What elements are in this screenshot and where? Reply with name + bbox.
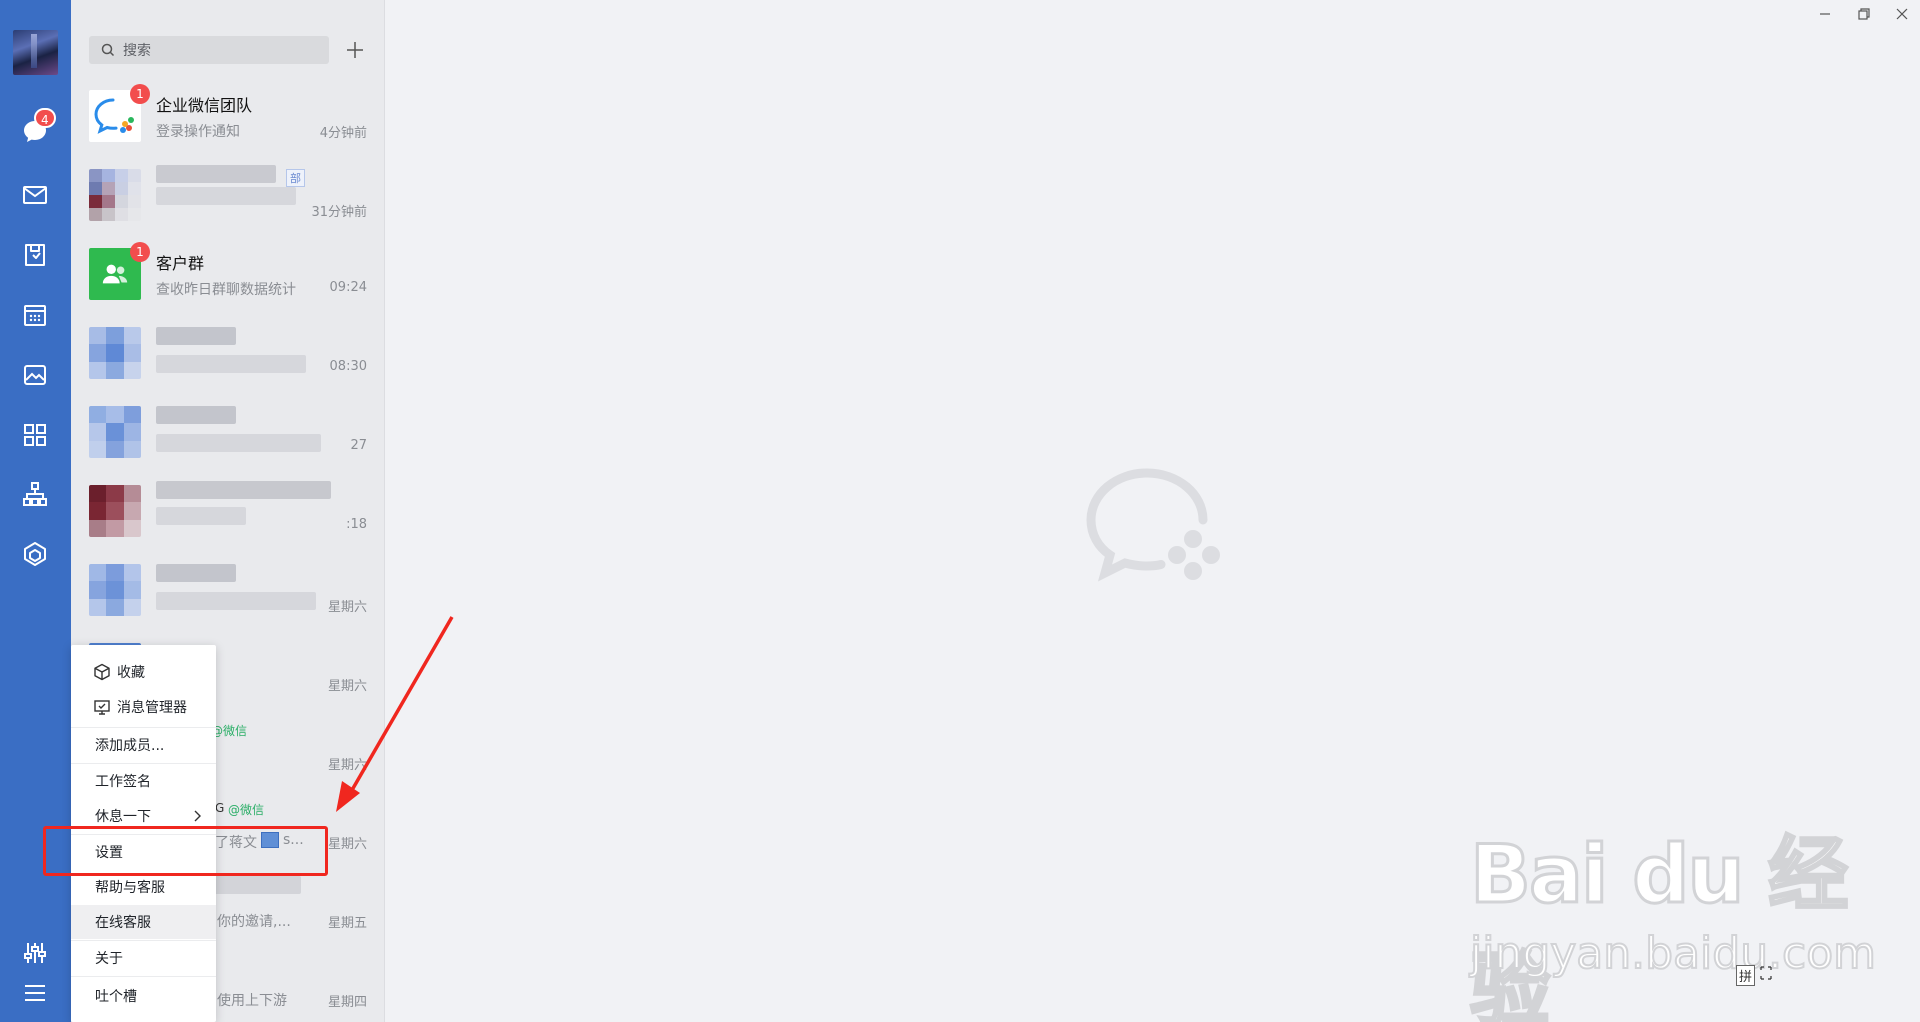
menu-item-about[interactable]: 关于 (71, 941, 216, 975)
conversation-time: 27 (350, 438, 367, 453)
menu-divider (71, 976, 216, 977)
avatar (89, 564, 141, 616)
conversation-preview: 登录操作通知 (156, 124, 240, 140)
workbench-icon[interactable] (18, 537, 52, 571)
conversation-time: 星期六 (327, 600, 367, 615)
apps-icon[interactable] (18, 418, 52, 452)
menu-item-label: 吐个槽 (95, 989, 137, 1005)
conversation-time: 星期四 (327, 995, 367, 1010)
unread-badge: 1 (130, 242, 150, 262)
conversation-item[interactable]: 08:30 (71, 315, 384, 394)
ime-indicator[interactable]: 拼 (1736, 965, 1773, 986)
conversation-name: 企业微信团队 (156, 96, 253, 115)
conversation-name: 客户群 (156, 254, 205, 273)
user-avatar[interactable] (13, 30, 58, 75)
conversation-preview: 查收昨日群聊数据统计 (156, 282, 296, 298)
restore-icon (1858, 8, 1870, 20)
wechat-source-label: @微信 (211, 724, 248, 738)
search-icon (101, 43, 115, 57)
mail-icon[interactable] (18, 178, 52, 212)
watermark-url: jingyan.baidu.com (1469, 927, 1877, 980)
wecom-placeholder-logo (1086, 468, 1220, 582)
search-input[interactable]: 搜索 (89, 36, 329, 64)
watermark-brand: Bai du 经验 (1469, 827, 1850, 1022)
menu-icon[interactable] (18, 976, 52, 1010)
annotation-arrow (336, 616, 454, 812)
restore-button[interactable] (1852, 4, 1876, 24)
baidu-jingyan-watermark: Bai du 经验 jingyan.baidu.com (1469, 810, 1920, 1022)
minimize-icon (1820, 13, 1830, 15)
conversation-item[interactable]: 部 31分钟前 (71, 157, 384, 236)
conversation-name: G (215, 801, 225, 815)
conversation-time: :18 (346, 517, 367, 532)
cube-icon (94, 663, 110, 681)
menu-item-online-support[interactable]: 在线客服 (71, 905, 216, 939)
photos-icon[interactable] (18, 358, 52, 392)
plus-icon (347, 42, 363, 58)
close-icon (1896, 8, 1908, 20)
conversation-time: 09:24 (329, 280, 367, 295)
ime-toggle-icon (1760, 966, 1772, 980)
org-chart-icon[interactable] (18, 477, 52, 511)
menu-item-label: 添加成员... (95, 738, 165, 754)
chat-icon[interactable]: 4 (18, 108, 56, 148)
wechat-source-label: @微信 (228, 803, 265, 817)
conversation-time: 08:30 (329, 359, 367, 374)
conversation-preview: 你的邀请,... (217, 914, 291, 930)
minimize-button[interactable] (1813, 4, 1837, 24)
conversation-preview: 使用上下游 (217, 993, 287, 1009)
department-tag: 部 (286, 169, 305, 187)
docs-icon[interactable] (18, 238, 52, 272)
menu-item-label: 消息管理器 (117, 700, 187, 716)
search-placeholder: 搜索 (123, 43, 151, 59)
conversation-time: 星期六 (327, 837, 367, 852)
menu-item-label: 帮助与客服 (95, 880, 165, 896)
menu-item-message-manager[interactable]: 消息管理器 (71, 690, 216, 724)
avatar (89, 485, 141, 537)
menu-item-label: 收藏 (117, 665, 145, 681)
menu-item-label: 在线客服 (95, 915, 151, 931)
message-manager-icon (94, 700, 110, 715)
settings-sliders-icon[interactable] (18, 936, 52, 970)
unread-badge: 1 (130, 84, 150, 104)
menu-item-favorites[interactable]: 收藏 (71, 655, 216, 689)
chevron-right-icon (194, 810, 201, 822)
unread-badge: 4 (34, 108, 56, 128)
menu-item-feedback[interactable]: 吐个槽 (71, 979, 216, 1013)
menu-item-label: 关于 (95, 951, 123, 967)
menu-item-add-member[interactable]: 添加成员... (71, 728, 216, 762)
conversation-item[interactable]: 1 企业微信团队 登录操作通知 4分钟前 (71, 78, 384, 157)
menu-item-label: 休息一下 (95, 809, 151, 825)
add-button[interactable] (341, 36, 369, 64)
conversation-time: 星期五 (327, 916, 367, 931)
annotation-highlight-box (43, 826, 328, 876)
conversation-item[interactable]: 27 (71, 394, 384, 473)
avatar (89, 327, 141, 379)
avatar (89, 169, 141, 221)
conversation-item[interactable]: :18 (71, 473, 384, 552)
menu-item-work-signature[interactable]: 工作签名 (71, 764, 216, 798)
conversation-time: 31分钟前 (311, 205, 367, 220)
close-button[interactable] (1890, 4, 1914, 24)
ime-mode: 拼 (1736, 965, 1756, 986)
conversation-item[interactable]: 1 客户群 查收昨日群聊数据统计 09:24 (71, 236, 384, 315)
avatar (89, 406, 141, 458)
calendar-icon[interactable] (18, 298, 52, 332)
conversation-time: 4分钟前 (319, 126, 367, 141)
menu-item-label: 工作签名 (95, 774, 151, 790)
